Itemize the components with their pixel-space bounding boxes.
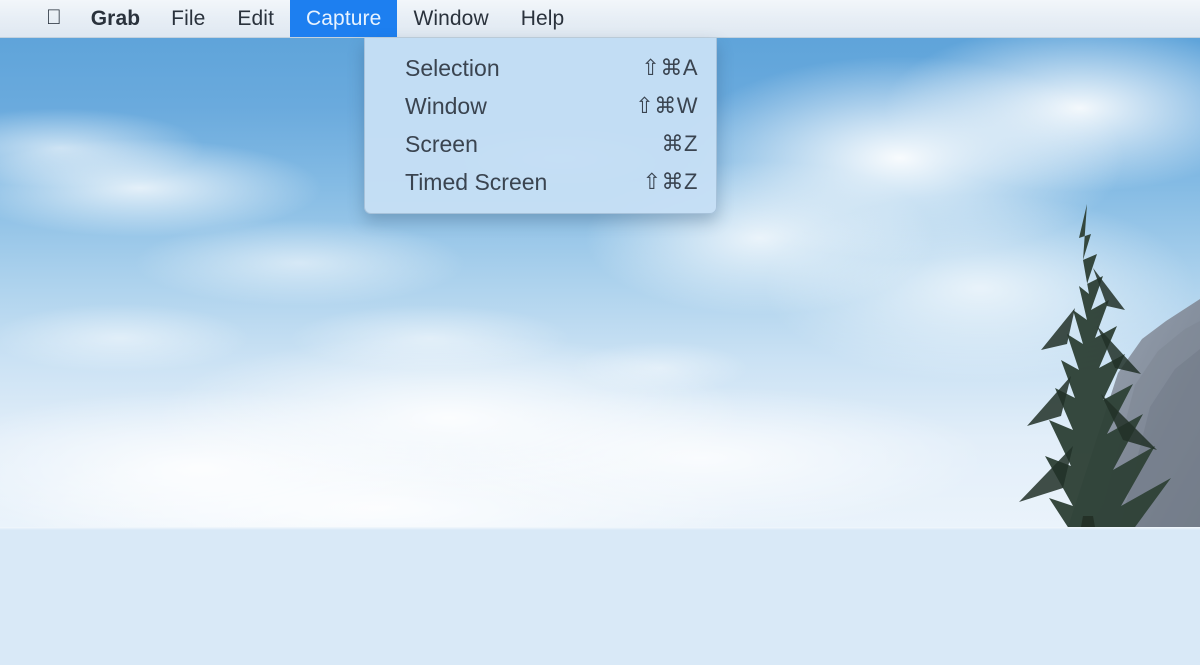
menubar-item-edit[interactable]: Edit xyxy=(221,0,290,37)
menubar-item-window[interactable]: Window xyxy=(397,0,504,37)
menu-item-shortcut: ⇧⌘A xyxy=(641,55,698,80)
macos-menu-bar:  Grab File Edit Capture Window Help xyxy=(0,0,1200,38)
wallpaper-seam xyxy=(0,527,1200,530)
menu-item-label: Selection xyxy=(405,54,500,81)
menu-item-timed-screen[interactable]: Timed Screen ⇧⌘Z xyxy=(365,163,716,201)
menu-item-selection[interactable]: Selection ⇧⌘A xyxy=(365,49,716,87)
menu-item-shortcut: ⇧⌘W xyxy=(635,93,698,118)
menu-item-label: Screen xyxy=(405,130,478,157)
menu-item-label: Window xyxy=(405,92,487,119)
menubar-left-spacer xyxy=(0,0,32,37)
lower-background-panel xyxy=(0,527,1200,665)
mountain-graphic xyxy=(1068,299,1200,527)
menu-item-shortcut: ⌘Z xyxy=(661,131,698,156)
menu-item-screen[interactable]: Screen ⌘Z xyxy=(365,125,716,163)
conifer-tree-graphic xyxy=(1019,204,1171,527)
menubar-item-capture[interactable]: Capture xyxy=(290,0,398,37)
menu-item-window[interactable]: Window ⇧⌘W xyxy=(365,87,716,125)
capture-dropdown-menu: Selection ⇧⌘A Window ⇧⌘W Screen ⌘Z Timed… xyxy=(364,38,717,214)
menu-item-label: Timed Screen xyxy=(405,168,548,195)
apple-logo-icon:  xyxy=(46,7,62,28)
apple-menu-button[interactable]:  xyxy=(32,0,76,37)
menu-item-shortcut: ⇧⌘Z xyxy=(642,169,698,194)
menubar-item-grab[interactable]: Grab xyxy=(76,0,155,37)
menubar-item-help[interactable]: Help xyxy=(505,0,581,37)
menubar-item-file[interactable]: File xyxy=(155,0,221,37)
screen:  Grab File Edit Capture Window Help Sel… xyxy=(0,0,1200,665)
